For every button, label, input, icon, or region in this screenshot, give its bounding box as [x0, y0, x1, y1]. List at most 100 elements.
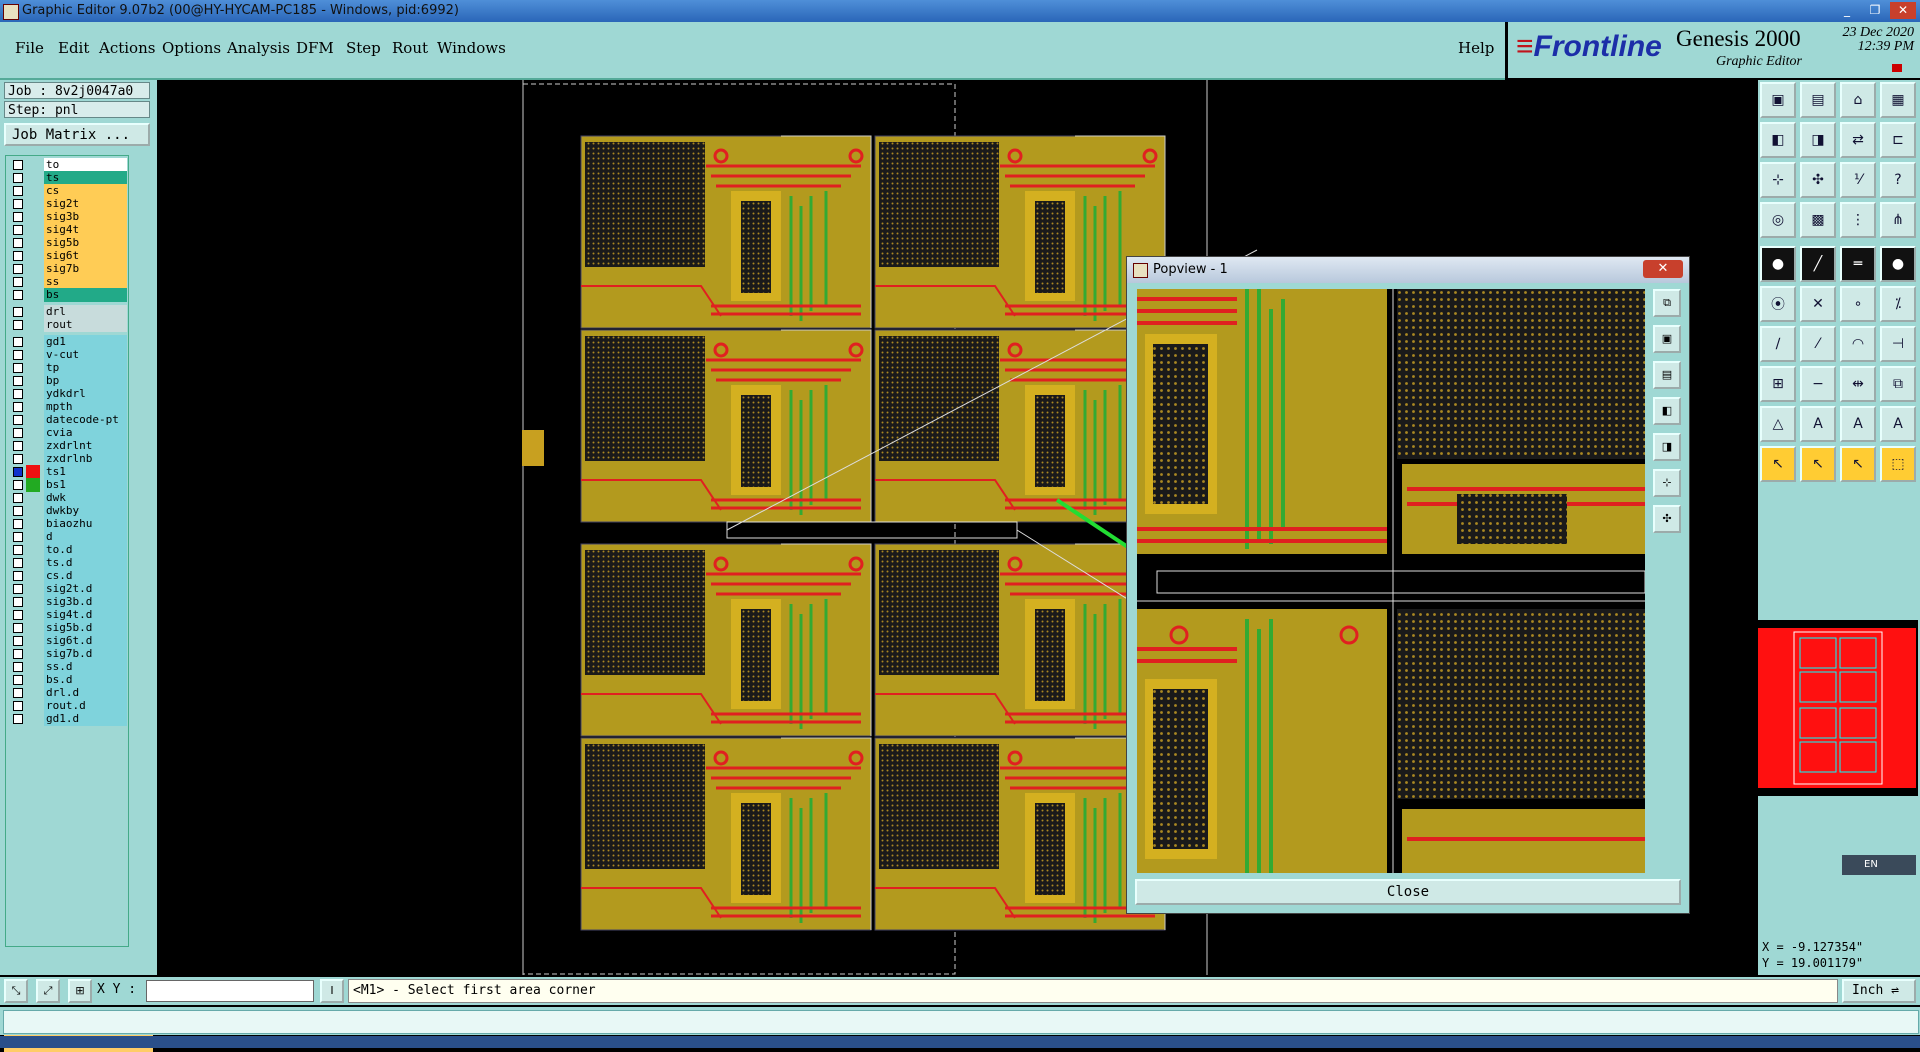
layer-name[interactable]: sig3b.d [44, 595, 127, 609]
layer-color-swatch[interactable] [26, 686, 40, 700]
layer-color-swatch[interactable] [26, 569, 40, 583]
layer-color-swatch[interactable] [26, 426, 40, 440]
layer-color-swatch[interactable] [26, 517, 40, 531]
layer-name[interactable]: ss [44, 275, 127, 289]
layer-row-d[interactable]: d [8, 530, 127, 544]
popview-right-icon[interactable]: ◨ [1653, 433, 1681, 461]
layer-checkbox[interactable] [13, 428, 23, 438]
layer-color-swatch[interactable] [26, 439, 40, 453]
pad-icon[interactable]: ● [1760, 246, 1796, 282]
route-icon[interactable]: ⊣ [1880, 326, 1916, 362]
info-icon[interactable]: I [320, 979, 344, 1003]
layer-color-swatch[interactable] [26, 400, 40, 414]
popview-down-icon[interactable]: ▤ [1653, 361, 1681, 389]
layer-checkbox[interactable] [13, 597, 23, 607]
layer-color-swatch[interactable] [26, 608, 40, 622]
layer-name[interactable]: sig3b [44, 210, 127, 224]
layer-row-sig7b[interactable]: sig7b [8, 262, 127, 276]
layer-checkbox[interactable] [13, 225, 23, 235]
layer-color-swatch[interactable] [26, 262, 40, 276]
layer-name[interactable]: sig5b [44, 236, 127, 250]
layer-color-swatch[interactable] [26, 465, 40, 479]
layer-checkbox[interactable] [13, 363, 23, 373]
layer-checkbox[interactable] [13, 636, 23, 646]
layer-row-ss.d[interactable]: ss.d [8, 660, 127, 674]
grid-icon[interactable]: ▩ [1800, 202, 1836, 238]
letter-a-line-icon[interactable]: A [1880, 406, 1916, 442]
select-pointer3-icon[interactable]: ↖ [1840, 446, 1876, 482]
layer-name[interactable]: cvia [44, 426, 127, 440]
layer-row-cs[interactable]: cs [8, 184, 127, 198]
xy-input[interactable] [146, 980, 314, 1002]
layer-name[interactable]: zxdrlnb [44, 452, 127, 466]
layer-row-biaozhu[interactable]: biaozhu [8, 517, 127, 531]
layer-name[interactable]: gd1 [44, 335, 127, 349]
layer-down-icon[interactable]: ▤ [1800, 82, 1836, 118]
layer-checkbox[interactable] [13, 402, 23, 412]
layer-checkbox[interactable] [13, 238, 23, 248]
zoom-fit-icon[interactable]: ⊹ [1760, 162, 1796, 198]
layer-color-swatch[interactable] [26, 699, 40, 713]
layer-row-gd1.d[interactable]: gd1.d [8, 712, 127, 726]
layer-name[interactable]: gd1.d [44, 712, 127, 726]
layer-checkbox[interactable] [13, 454, 23, 464]
layer-checkbox[interactable] [13, 532, 23, 542]
layer-color-swatch[interactable] [26, 452, 40, 466]
snap-left-icon[interactable]: ◧ [1760, 122, 1796, 158]
layer-checkbox[interactable] [13, 199, 23, 209]
layer-row-ts[interactable]: ts [8, 171, 127, 185]
layer-checkbox[interactable] [13, 376, 23, 386]
node-icon[interactable]: ∘ [1840, 286, 1876, 322]
layer-name[interactable]: drl.d [44, 686, 127, 700]
menu-dfm[interactable]: DFM [296, 39, 334, 57]
layer-row-v-cut[interactable]: v-cut [8, 348, 127, 362]
layer-checkbox[interactable] [13, 320, 23, 330]
layer-checkbox[interactable] [13, 264, 23, 274]
letter-a-icon[interactable]: A [1800, 406, 1836, 442]
ruler-icon[interactable]: ═ [1840, 246, 1876, 282]
layer-row-zxdrlnt[interactable]: zxdrlnt [8, 439, 127, 453]
zoom-area-icon[interactable]: ⤡ [4, 979, 28, 1003]
layer-color-swatch[interactable] [26, 275, 40, 289]
layer-color-swatch[interactable] [26, 582, 40, 596]
layer-color-swatch[interactable] [26, 647, 40, 661]
ime-indicator[interactable]: EN [1842, 855, 1916, 875]
dimension-icon[interactable]: ⇹ [1840, 366, 1876, 402]
layer-name[interactable]: rout.d [44, 699, 127, 713]
layer-checkbox[interactable] [13, 337, 23, 347]
layer-row-sig5b[interactable]: sig5b [8, 236, 127, 250]
layer-row-mpth[interactable]: mpth [8, 400, 127, 414]
select-pointer-icon[interactable]: ↖ [1760, 446, 1796, 482]
layer-checkbox[interactable] [13, 662, 23, 672]
layer-name[interactable]: d [44, 530, 127, 544]
layer-color-swatch[interactable] [26, 197, 40, 211]
layer-name[interactable]: bs [44, 288, 127, 302]
layer-checkbox[interactable] [13, 558, 23, 568]
layer-row-to[interactable]: to [8, 158, 127, 172]
home-icon[interactable]: ⌂ [1840, 82, 1876, 118]
layer-row-drl.d[interactable]: drl.d [8, 686, 127, 700]
layer-row-sig6t[interactable]: sig6t [8, 249, 127, 263]
layer-row-datecode-pt[interactable]: datecode-pt [8, 413, 127, 427]
layer-row-sig4t[interactable]: sig4t [8, 223, 127, 237]
layer-row-zxdrlnb[interactable]: zxdrlnb [8, 452, 127, 466]
layer-color-swatch[interactable] [26, 712, 40, 726]
layer-color-swatch[interactable] [26, 171, 40, 185]
snap-right-icon[interactable]: ◨ [1800, 122, 1836, 158]
swap-icon[interactable]: ⇄ [1840, 122, 1876, 158]
layer-name[interactable]: tp [44, 361, 127, 375]
zoom-center-icon[interactable]: ✣ [1800, 162, 1836, 198]
layer-checkbox[interactable] [13, 519, 23, 529]
popview-fit-icon[interactable]: ⊹ [1653, 469, 1681, 497]
layer-color-swatch[interactable] [26, 556, 40, 570]
layer-row-sig2t.d[interactable]: sig2t.d [8, 582, 127, 596]
layer-name[interactable]: sig2t.d [44, 582, 127, 596]
layer-name[interactable]: biaozhu [44, 517, 127, 531]
layer-color-swatch[interactable] [26, 184, 40, 198]
popview-close-button[interactable]: Close [1135, 879, 1681, 905]
layer-checkbox[interactable] [13, 675, 23, 685]
layer-name[interactable]: bs.d [44, 673, 127, 687]
layer-checkbox[interactable] [13, 307, 23, 317]
select-pointer2-icon[interactable]: ↖ [1800, 446, 1836, 482]
layer-name[interactable]: ts.d [44, 556, 127, 570]
